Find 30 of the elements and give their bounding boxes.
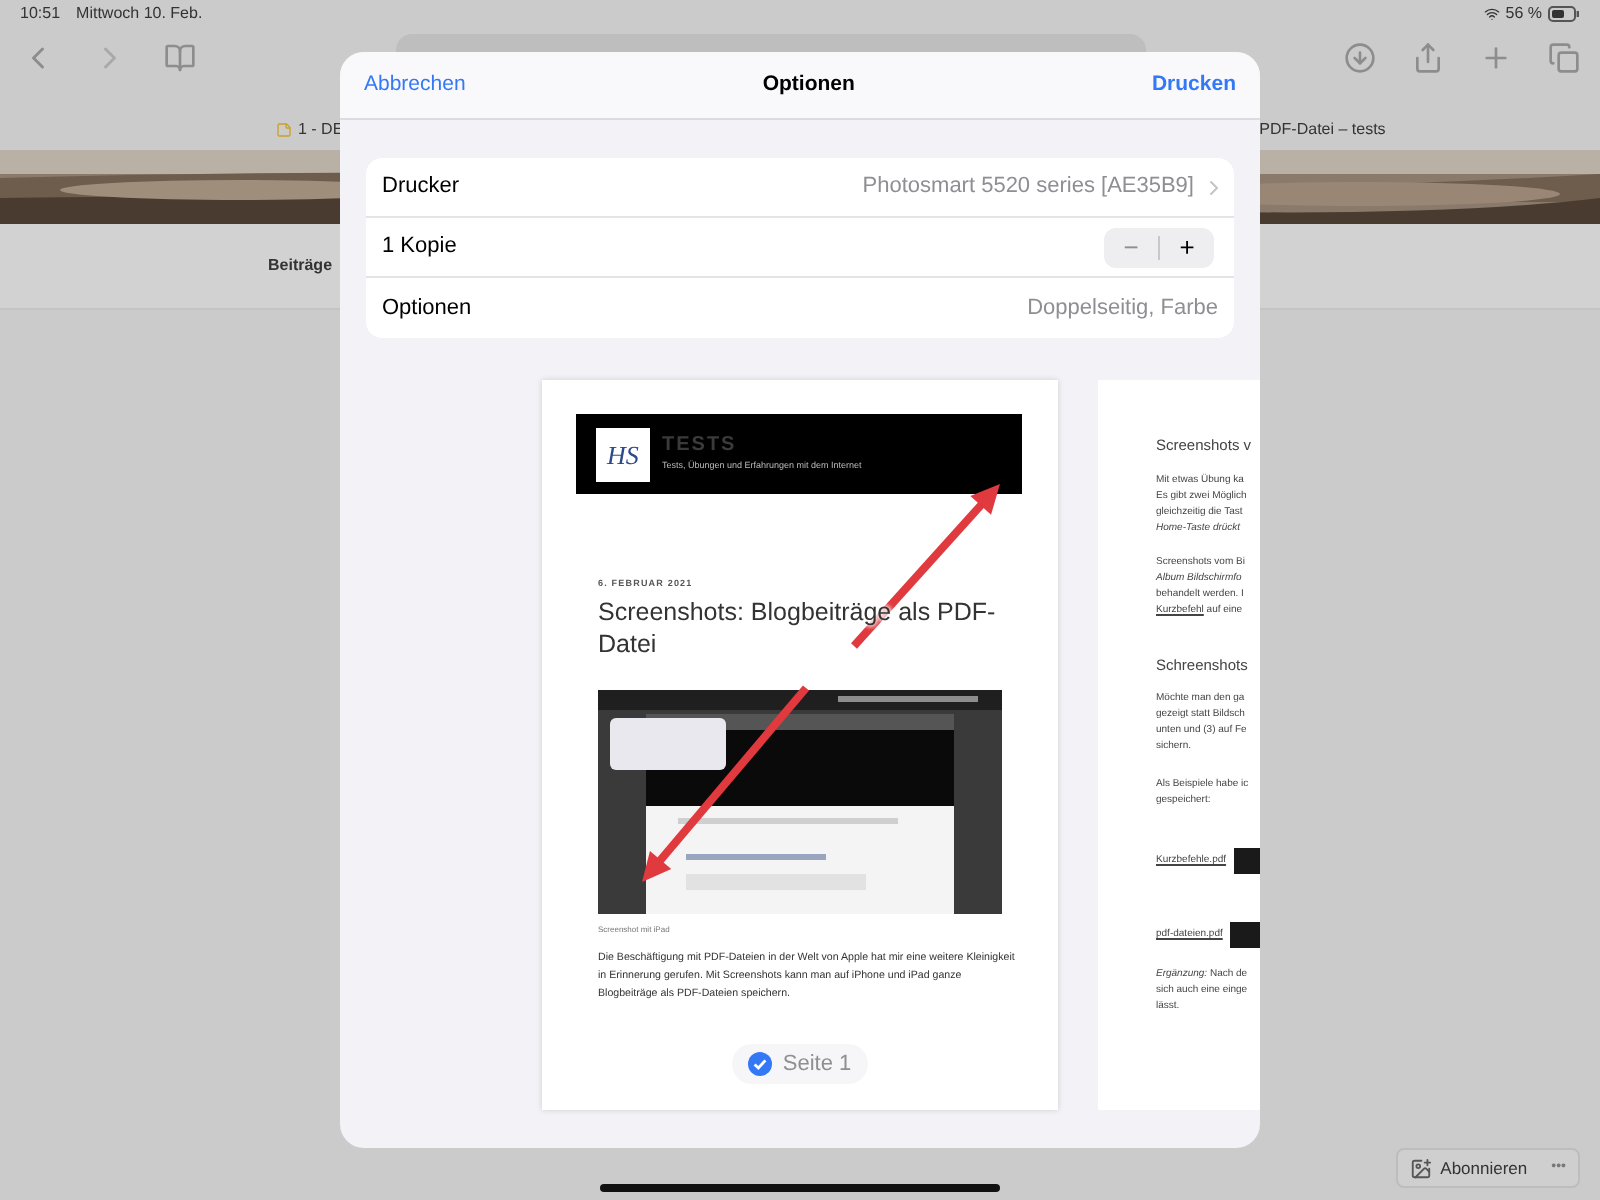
nav-link[interactable]: Beiträge: [268, 254, 333, 278]
printer-row[interactable]: Drucker Photosmart 5520 series [AE35B9]: [366, 158, 1234, 218]
options-row[interactable]: Optionen Doppelseitig, Farbe: [366, 278, 1234, 338]
bookmarks-icon[interactable]: [164, 42, 196, 74]
new-tab-icon[interactable]: [1480, 42, 1512, 74]
tabs-icon[interactable]: [1548, 42, 1580, 74]
page-preview[interactable]: [542, 380, 1058, 1110]
browser-tab[interactable]: PDF-Datei – tests: [1259, 118, 1386, 142]
battery-level: 56 %: [1505, 2, 1542, 26]
increment-button[interactable]: +: [1160, 234, 1214, 260]
wifi-icon: [1483, 6, 1500, 22]
row-label: Optionen: [382, 293, 472, 324]
download-icon[interactable]: [1344, 42, 1376, 74]
cancel-button[interactable]: Abbrechen: [364, 69, 466, 101]
status-time: 10:51: [20, 2, 61, 26]
image-plus-icon: [1410, 1157, 1433, 1179]
page-number: Seite 1: [782, 1049, 852, 1079]
site-title: TESTS: [662, 434, 739, 460]
note-icon: [276, 122, 292, 138]
status-date: Mittwoch 10. Feb.: [76, 2, 203, 26]
dialog-title: Optionen: [762, 69, 855, 100]
row-label: 1 Kopie: [382, 232, 457, 263]
row-value: Photosmart 5520 series [AE35B9]: [862, 172, 1194, 203]
row-value: Doppelseitig, Farbe: [1027, 293, 1218, 324]
logo: HS: [596, 427, 650, 481]
print-button[interactable]: Drucken: [1151, 69, 1236, 101]
row-label: Drucker: [382, 172, 460, 203]
checkmark-icon: [748, 1051, 773, 1076]
battery-icon: [1548, 6, 1580, 22]
share-icon[interactable]: [1412, 42, 1444, 74]
